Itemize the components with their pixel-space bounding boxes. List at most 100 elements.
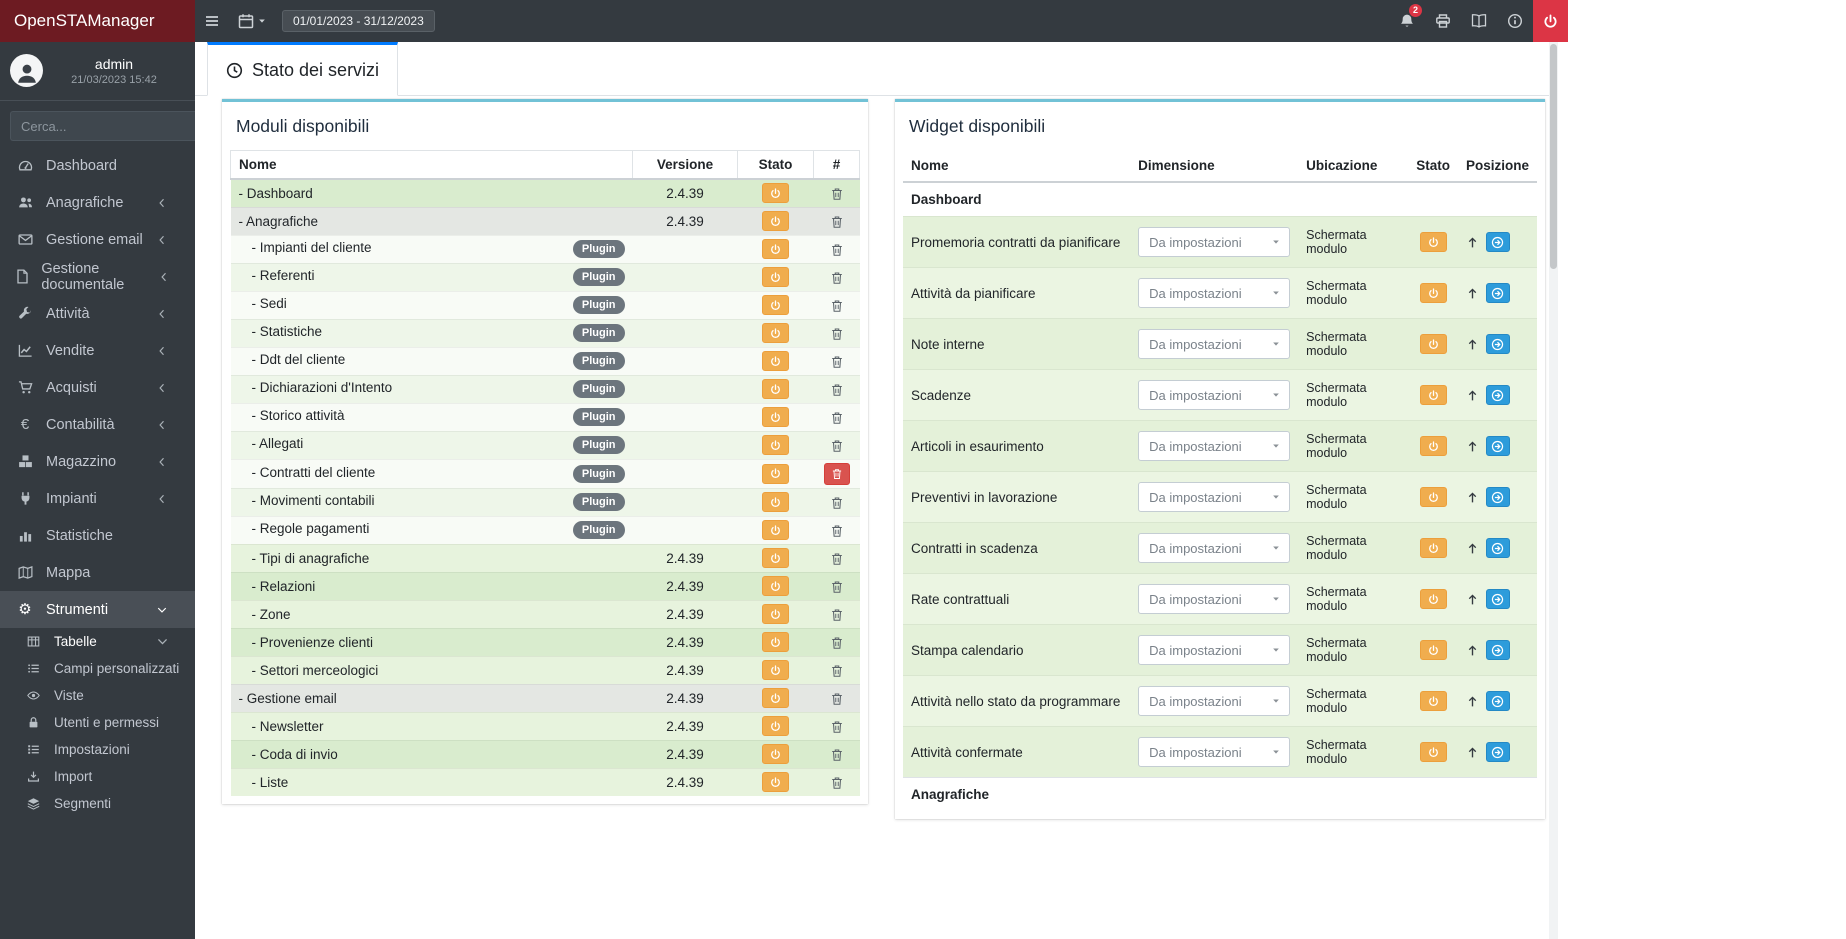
module-toggle-button[interactable] bbox=[762, 772, 789, 793]
module-toggle-button[interactable] bbox=[762, 435, 789, 455]
widget-move-up-button[interactable] bbox=[1466, 389, 1479, 402]
widget-dimension-select[interactable]: Da impostazioni bbox=[1138, 380, 1291, 410]
print-button[interactable] bbox=[1425, 0, 1461, 42]
logout-button[interactable] bbox=[1533, 0, 1568, 42]
module-toggle-button[interactable] bbox=[762, 295, 789, 315]
sidebar-item-vendite[interactable]: Vendite bbox=[0, 332, 195, 369]
sidebar-item-gestione-email[interactable]: Gestione email bbox=[0, 221, 195, 258]
module-toggle-button[interactable] bbox=[762, 688, 789, 708]
widget-dimension-select[interactable]: Da impostazioni bbox=[1138, 635, 1291, 665]
sidebar-item-magazzino[interactable]: Magazzino bbox=[0, 443, 195, 480]
sidebar-item-campi-personalizzati[interactable]: Campi personalizzati bbox=[0, 655, 195, 682]
sidebar-item-dashboard[interactable]: Dashboard bbox=[0, 147, 195, 184]
module-toggle-button[interactable] bbox=[762, 744, 789, 764]
sidebar-item-statistiche[interactable]: Statistiche bbox=[0, 517, 195, 554]
widget-dimension-select[interactable]: Da impostazioni bbox=[1138, 329, 1291, 359]
module-toggle-button[interactable] bbox=[762, 576, 789, 596]
widget-move-button[interactable] bbox=[1485, 640, 1510, 660]
module-delete-button[interactable] bbox=[823, 462, 850, 485]
widget-move-button[interactable] bbox=[1485, 538, 1510, 558]
info-button[interactable] bbox=[1497, 0, 1533, 42]
date-range-badge[interactable]: 01/01/2023 - 31/12/2023 bbox=[282, 10, 435, 32]
widget-dimension-select[interactable]: Da impostazioni bbox=[1138, 227, 1291, 257]
widget-move-button[interactable] bbox=[1485, 334, 1510, 354]
widget-move-up-button[interactable] bbox=[1466, 440, 1479, 453]
module-toggle-button[interactable] bbox=[762, 211, 789, 231]
sidebar-item-mappa[interactable]: Mappa bbox=[0, 554, 195, 591]
widget-move-button[interactable] bbox=[1485, 589, 1510, 609]
sidebar-item-segmenti[interactable]: Segmenti bbox=[0, 790, 195, 817]
module-delete-button[interactable] bbox=[830, 243, 844, 257]
module-delete-button[interactable] bbox=[830, 271, 844, 285]
module-toggle-button[interactable] bbox=[762, 183, 789, 204]
sidebar-item-gestione-documentale[interactable]: Gestione documentale bbox=[0, 258, 195, 295]
module-delete-button[interactable] bbox=[830, 496, 844, 510]
widget-dimension-select[interactable]: Da impostazioni bbox=[1138, 686, 1291, 716]
widget-move-up-button[interactable] bbox=[1466, 287, 1479, 300]
module-delete-button[interactable] bbox=[830, 355, 844, 369]
sidebar-item-strumenti[interactable]: ⚙ Strumenti bbox=[0, 591, 195, 628]
module-delete-button[interactable] bbox=[830, 776, 844, 790]
widget-move-up-button[interactable] bbox=[1466, 338, 1479, 351]
widget-dimension-select[interactable]: Da impostazioni bbox=[1138, 533, 1291, 563]
vertical-scrollbar[interactable] bbox=[1549, 42, 1558, 939]
sidebar-item-viste[interactable]: Viste bbox=[0, 682, 195, 709]
module-toggle-button[interactable] bbox=[762, 351, 789, 371]
widget-move-button[interactable] bbox=[1485, 232, 1510, 252]
widget-toggle-button[interactable] bbox=[1419, 691, 1447, 711]
widget-move-up-button[interactable] bbox=[1466, 746, 1479, 759]
module-toggle-button[interactable] bbox=[762, 463, 789, 484]
module-toggle-button[interactable] bbox=[762, 492, 789, 512]
widget-dimension-select[interactable]: Da impostazioni bbox=[1138, 431, 1291, 461]
sidebar-item-contabilità[interactable]: € Contabilità bbox=[0, 406, 195, 443]
module-toggle-button[interactable] bbox=[762, 660, 789, 680]
widget-toggle-button[interactable] bbox=[1419, 385, 1447, 405]
sidebar-toggle-button[interactable] bbox=[195, 0, 229, 42]
module-toggle-button[interactable] bbox=[762, 604, 789, 624]
module-delete-button[interactable] bbox=[830, 327, 844, 341]
manual-button[interactable] bbox=[1461, 0, 1497, 42]
sidebar-item-anagrafiche[interactable]: Anagrafiche bbox=[0, 184, 195, 221]
widget-move-up-button[interactable] bbox=[1466, 542, 1479, 555]
module-delete-button[interactable] bbox=[830, 299, 844, 313]
widget-toggle-button[interactable] bbox=[1419, 436, 1447, 456]
module-delete-button[interactable] bbox=[830, 439, 844, 453]
sidebar-item-attività[interactable]: Attività bbox=[0, 295, 195, 332]
widget-toggle-button[interactable] bbox=[1419, 232, 1447, 252]
search-input[interactable] bbox=[10, 111, 195, 141]
module-toggle-button[interactable] bbox=[762, 407, 789, 427]
widget-move-button[interactable] bbox=[1485, 385, 1510, 405]
widget-move-up-button[interactable] bbox=[1466, 491, 1479, 504]
sidebar-item-impostazioni[interactable]: Impostazioni bbox=[0, 736, 195, 763]
module-delete-button[interactable] bbox=[830, 215, 844, 229]
widget-move-button[interactable] bbox=[1485, 283, 1510, 303]
module-toggle-button[interactable] bbox=[762, 520, 789, 540]
widget-toggle-button[interactable] bbox=[1419, 640, 1447, 660]
module-delete-button[interactable] bbox=[830, 720, 844, 734]
widget-dimension-select[interactable]: Da impostazioni bbox=[1138, 278, 1291, 308]
widget-dimension-select[interactable]: Da impostazioni bbox=[1138, 482, 1291, 512]
module-delete-button[interactable] bbox=[830, 411, 844, 425]
module-delete-button[interactable] bbox=[830, 524, 844, 538]
avatar[interactable] bbox=[10, 54, 43, 87]
tab-stato-dei-servizi[interactable]: Stato dei servizi bbox=[207, 42, 399, 96]
sidebar-item-tabelle[interactable]: Tabelle bbox=[0, 628, 195, 655]
user-name[interactable]: admin bbox=[43, 56, 185, 72]
widget-dimension-select[interactable]: Da impostazioni bbox=[1138, 584, 1291, 614]
widget-move-up-button[interactable] bbox=[1466, 593, 1479, 606]
module-toggle-button[interactable] bbox=[762, 632, 789, 652]
calendar-button[interactable] bbox=[229, 0, 276, 42]
notifications-button[interactable]: 2 bbox=[1389, 0, 1425, 42]
sidebar-item-import[interactable]: Import bbox=[0, 763, 195, 790]
module-delete-button[interactable] bbox=[830, 187, 844, 201]
sidebar-item-impianti[interactable]: Impianti bbox=[0, 480, 195, 517]
module-delete-button[interactable] bbox=[830, 552, 844, 566]
module-delete-button[interactable] bbox=[830, 383, 844, 397]
module-toggle-button[interactable] bbox=[762, 267, 789, 287]
widget-toggle-button[interactable] bbox=[1419, 487, 1447, 507]
module-delete-button[interactable] bbox=[830, 664, 844, 678]
widget-toggle-button[interactable] bbox=[1419, 283, 1447, 303]
widget-toggle-button[interactable] bbox=[1419, 538, 1447, 558]
sidebar-item-acquisti[interactable]: Acquisti bbox=[0, 369, 195, 406]
widget-move-up-button[interactable] bbox=[1466, 236, 1479, 249]
